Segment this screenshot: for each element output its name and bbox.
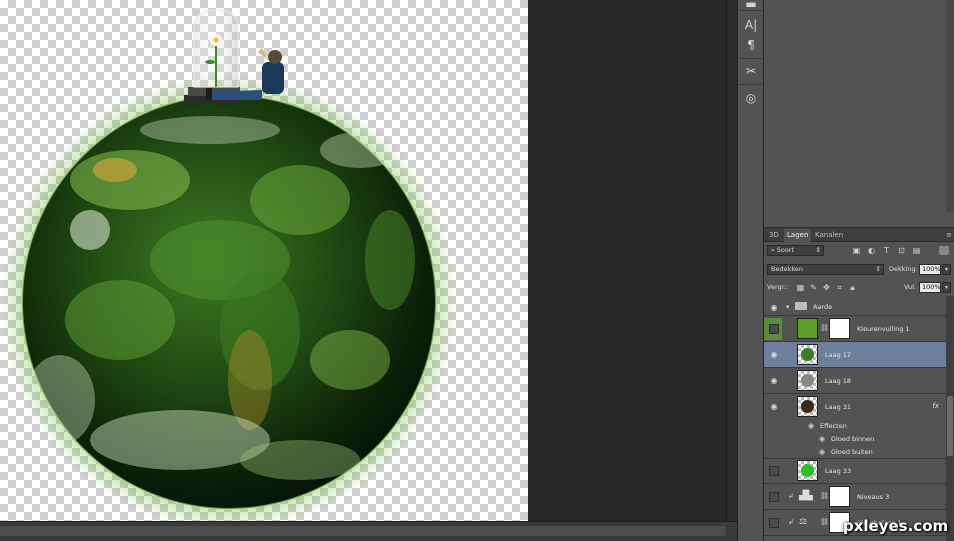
character-icon[interactable]: A|	[741, 15, 761, 35]
layer-name: Kleurenvulling 1	[857, 325, 910, 333]
fill-label: Vul:	[904, 283, 917, 291]
layer-mask-thumbnail[interactable]	[829, 486, 850, 507]
filter-kind-select[interactable]: ⌕ Soort ⇕	[767, 245, 824, 256]
earth-artwork	[1, 9, 457, 530]
effect-row-gloed-binnen[interactable]: ◉ Gloed binnen	[764, 433, 947, 446]
horizontal-scrollbar[interactable]	[0, 521, 737, 541]
layer-name: Laag 33	[825, 467, 852, 475]
effects-label: Effecten	[820, 422, 847, 430]
eye-icon[interactable]: ◉	[819, 435, 825, 443]
image-filter-icon[interactable]: ▣	[851, 245, 862, 256]
layer-thumbnail[interactable]	[797, 344, 818, 365]
fill-input[interactable]: 100%	[919, 282, 941, 293]
opacity-label: Dekking:	[889, 265, 918, 273]
scrollbar-thumb[interactable]	[0, 526, 726, 536]
shape-filter-icon[interactable]: ⊡	[896, 245, 907, 256]
visibility-checkbox[interactable]	[769, 518, 779, 528]
eye-icon[interactable]: ◉	[768, 376, 780, 385]
watermark-text: pxleyes.com	[843, 517, 949, 535]
upper-panel	[764, 0, 954, 228]
layer-row-niveaus-3[interactable]: ↲ ▟▙ ⛓ Niveaus 3	[764, 484, 947, 510]
eye-icon[interactable]: ◉	[808, 422, 814, 430]
layer-thumbnail[interactable]	[797, 318, 818, 339]
chevron-updown-icon: ⇕	[815, 246, 821, 254]
layer-row-laag-17[interactable]: ◉ Laag 17	[764, 342, 947, 368]
tab-3d[interactable]: 3D	[766, 229, 782, 242]
layer-name: Laag 17	[825, 351, 852, 359]
scrollbar-thumb[interactable]	[947, 396, 953, 456]
effect-name: Gloed binnen	[831, 435, 875, 443]
layer-mask-thumbnail[interactable]	[829, 318, 850, 339]
layer-list: ◉ ▾ Aarde ⛓ Kleurenvulling 1 ◉ Laag 17 ◉…	[764, 298, 947, 541]
effect-name: Gloed buiten	[831, 448, 873, 456]
layer-name: Niveaus 3	[857, 493, 890, 501]
collapsed-panel-icon[interactable]: ▬	[741, 0, 761, 11]
color-balance-icon[interactable]: ⚖	[799, 517, 807, 527]
layer-row-laag-31[interactable]: ◉ Laag 31 fx	[764, 394, 947, 420]
visibility-checkbox[interactable]	[769, 324, 779, 334]
disclosure-arrow-icon[interactable]: ▾	[786, 303, 790, 311]
vertical-scrollbar[interactable]	[726, 0, 737, 521]
panel-icon-strip: ▬ A| ¶ ✂ ◎	[737, 0, 764, 541]
adjustment-filter-icon[interactable]: ◐	[866, 245, 877, 256]
effects-row[interactable]: ◉ Effecten	[764, 420, 947, 433]
clip-arrow-icon: ↲	[788, 518, 794, 526]
blend-mode-select[interactable]: Bedekken ⇕	[767, 264, 884, 275]
link-icon: ⛓	[820, 492, 829, 500]
fx-icon[interactable]: fx	[932, 402, 939, 410]
opacity-input[interactable]: 100%	[919, 264, 941, 275]
type-filter-icon[interactable]: T	[881, 245, 892, 256]
smartobject-filter-icon[interactable]: ▤	[911, 245, 922, 256]
eye-icon[interactable]: ◉	[768, 350, 780, 359]
lock-position-icon[interactable]: ✥	[821, 282, 832, 293]
opacity-dropdown-arrow[interactable]: ▾	[942, 264, 951, 275]
layer-row-kleurenvulling[interactable]: ⛓ Kleurenvulling 1	[764, 316, 947, 342]
layer-thumbnail[interactable]	[797, 370, 818, 391]
fill-dropdown-arrow[interactable]: ▾	[942, 282, 951, 293]
layer-name: Aarde	[813, 303, 833, 311]
layer-group-aarde[interactable]: ◉ ▾ Aarde	[764, 298, 947, 316]
paragraph-icon[interactable]: ¶	[741, 35, 761, 55]
layer-name: Laag 31	[825, 403, 852, 411]
layer-thumbnail[interactable]	[797, 460, 818, 481]
layer-thumbnail[interactable]	[797, 396, 818, 417]
layer-name: Laag 18	[825, 377, 852, 385]
filter-toggle[interactable]	[939, 246, 949, 255]
levels-icon[interactable]: ▟▙	[799, 491, 813, 501]
document-canvas[interactable]	[0, 0, 528, 530]
layer-filter-row: ⌕ Soort ⇕ ▣ ◐ T ⊡ ▤	[767, 245, 952, 257]
clip-arrow-icon: ↲	[788, 492, 794, 500]
lock-artboard-icon[interactable]: ⌗	[834, 282, 845, 293]
lock-image-icon[interactable]: ✎	[808, 282, 819, 293]
tools-icon[interactable]: ✂	[741, 61, 761, 81]
bell-jar	[184, 9, 244, 103]
lock-transparent-icon[interactable]: ▦	[795, 282, 806, 293]
eye-icon[interactable]: ◉	[768, 303, 780, 312]
layers-panel: 3D Lagen Kanalen ≡ ⌕ Soort ⇕ ▣ ◐ T ⊡ ▤ Be…	[764, 228, 954, 541]
visibility-checkbox[interactable]	[769, 492, 779, 502]
link-icon: ⛓	[820, 518, 829, 526]
eye-icon[interactable]: ◉	[819, 448, 825, 456]
folder-icon	[795, 302, 807, 310]
tab-kanalen[interactable]: Kanalen	[812, 229, 846, 242]
pasteboard	[528, 0, 726, 521]
layer-row-laag-18[interactable]: ◉ Laag 18	[764, 368, 947, 394]
upper-panel-scrollbar[interactable]	[946, 0, 954, 212]
lock-label: Vergr.:	[767, 283, 788, 291]
eye-icon[interactable]: ◉	[768, 402, 780, 411]
lock-all-icon[interactable]: 🔒︎	[847, 282, 858, 293]
layers-scrollbar[interactable]	[946, 296, 954, 541]
panel-tabs: 3D Lagen Kanalen ≡	[764, 228, 954, 242]
tab-lagen[interactable]: Lagen	[784, 229, 812, 242]
panel-menu-icon[interactable]: ≡	[946, 231, 952, 239]
layer-row-laag-33[interactable]: Laag 33	[764, 458, 947, 484]
visibility-checkbox[interactable]	[769, 466, 779, 476]
cc-libraries-icon[interactable]: ◎	[741, 88, 761, 108]
chevron-updown-icon: ⇕	[875, 265, 881, 273]
photoshop-window: ▬ A| ¶ ✂ ◎ 3D Lagen Kanalen ≡ ⌕ Soort ⇕ ▣…	[0, 0, 954, 541]
link-icon: ⛓	[820, 324, 829, 332]
